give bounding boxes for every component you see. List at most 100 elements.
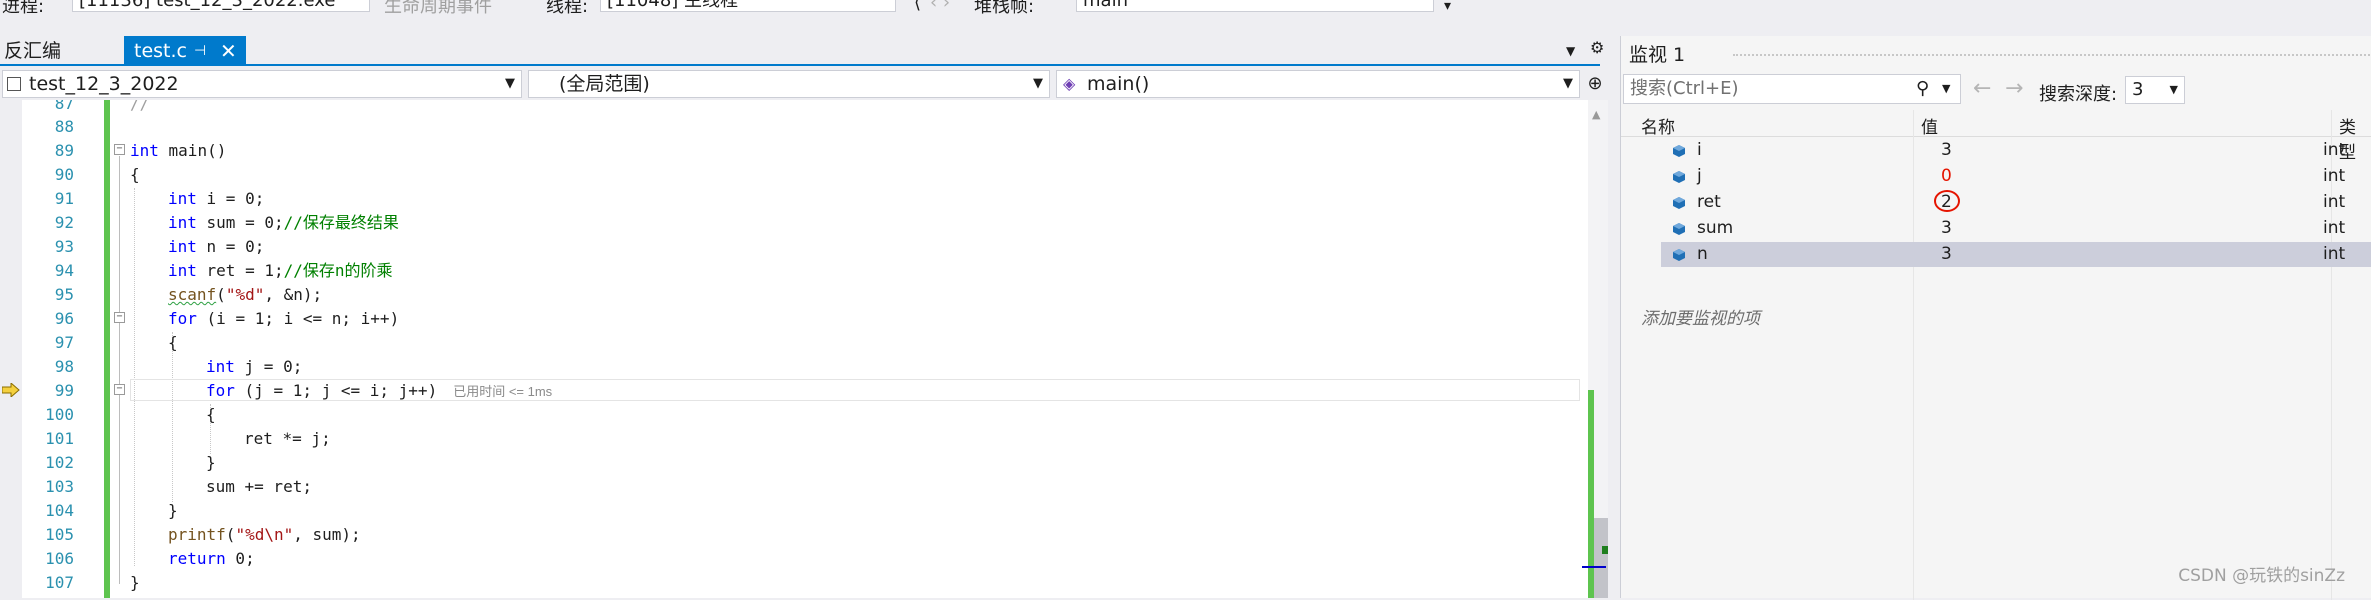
- collapse-toggle-inner-for[interactable]: −: [114, 384, 125, 395]
- code-line-106: return 0;: [168, 549, 255, 568]
- search-previous-icon[interactable]: ←: [1973, 76, 1991, 101]
- tab-test-c[interactable]: test.c ⊣ ✕: [124, 36, 246, 66]
- fold-line: [119, 156, 120, 584]
- gear-icon[interactable]: ⚙: [1590, 38, 1604, 57]
- code-line-105: printf("%d\n", sum);: [168, 525, 361, 544]
- collapse-toggle-main[interactable]: −: [114, 144, 125, 155]
- watch-window: 监视 1 搜索(Ctrl+E) ⚲ ▼ ← → 搜索深度: 3 ▼ 名称 值 类…: [1620, 36, 2371, 600]
- line-number: 102: [45, 453, 74, 472]
- current-statement-arrow-icon: [2, 383, 20, 397]
- search-depth-combo[interactable]: 3 ▼: [2125, 76, 2185, 104]
- watch-row-n[interactable]: n 3 int: [1661, 242, 2371, 267]
- search-next-icon[interactable]: →: [2005, 76, 2023, 101]
- chevron-down-icon: ▼: [505, 76, 515, 91]
- chevron-down-icon: ▼: [1563, 76, 1573, 91]
- lifecycle-events-button[interactable]: 生命周期事件: [384, 0, 492, 18]
- search-depth-value: 3: [2132, 79, 2144, 100]
- watch-type: int: [2323, 140, 2346, 160]
- line-number: 94: [54, 261, 74, 280]
- search-icon[interactable]: ⚲: [1916, 75, 1929, 103]
- project-name: test_12_3_2022: [29, 73, 179, 95]
- watch-row-j[interactable]: j 0 int: [1661, 164, 2371, 189]
- watch-value[interactable]: 0: [1941, 164, 1952, 189]
- code-line-97: {: [168, 333, 178, 352]
- code-line-104: }: [168, 501, 178, 520]
- project-combo[interactable]: test_12_3_2022 ▼: [2, 70, 522, 98]
- elapsed-time-hint: 已用时间 <= 1ms: [453, 384, 553, 399]
- code-line-92: int sum = 0;//保存最终结果: [168, 213, 399, 232]
- chevron-down-icon: ▼: [1033, 76, 1043, 91]
- code-line-99: for (j = 1; j <= i; j++) 已用时间 <= 1ms: [206, 381, 553, 400]
- scope-combo[interactable]: (全局范围) ▼: [528, 70, 1050, 98]
- code-line-94: int ret = 1;//保存n的阶乘: [168, 261, 393, 280]
- tab-disassembly[interactable]: 反汇编: [4, 36, 61, 66]
- line-number: 100: [45, 405, 74, 424]
- stack-flag-icon[interactable]: ⟨: [914, 0, 921, 13]
- close-icon[interactable]: ✕: [220, 36, 237, 66]
- line-number: 107: [45, 573, 74, 592]
- code-line-90: {: [130, 165, 140, 184]
- line-number: 99: [54, 381, 74, 400]
- pin-icon[interactable]: ⊣: [194, 36, 206, 66]
- watch-type: int: [2323, 218, 2346, 238]
- watch-type: int: [2323, 166, 2346, 186]
- document-tab-row: 反汇编 test.c ⊣ ✕: [0, 36, 1620, 66]
- watch-row-sum[interactable]: sum 3 int: [1661, 216, 2371, 241]
- editor-vertical-scrollbar[interactable]: ▲: [1582, 100, 1608, 598]
- line-number: 96: [54, 309, 74, 328]
- column-header-value[interactable]: 值: [1921, 113, 1938, 138]
- code-line-98: int j = 0;: [206, 357, 303, 376]
- code-editor[interactable]: 87 88 89 90 91 92 93 94 95 96 97 98 99 1…: [0, 100, 1588, 598]
- code-line-103: sum += ret;: [206, 477, 312, 496]
- process-label: 进程:: [2, 0, 45, 17]
- chevron-down-icon: ▼: [2169, 83, 2178, 96]
- variable-icon: [1673, 223, 1685, 235]
- variable-icon: [1673, 249, 1685, 261]
- line-number: 103: [45, 477, 74, 496]
- watch-row-i[interactable]: i 3 int: [1661, 138, 2371, 163]
- scrollbar-caret-marker: [1602, 546, 1608, 554]
- code-line-100: {: [206, 405, 216, 424]
- function-name: main(): [1087, 73, 1150, 95]
- stack-nav-icon[interactable]: ‹ ›: [930, 0, 950, 13]
- scroll-up-icon[interactable]: ▲: [1592, 108, 1600, 121]
- search-placeholder: 搜索(Ctrl+E): [1630, 78, 1739, 99]
- annotation-circle: [1934, 190, 1960, 212]
- watch-value[interactable]: 3: [1941, 216, 1952, 241]
- code-line-96: for (i = 1; i <= n; i++): [168, 309, 400, 328]
- variable-icon: [1673, 171, 1685, 183]
- line-number: 104: [45, 501, 74, 520]
- process-combo[interactable]: [11136] test_12_3_2022.exe: [72, 0, 370, 12]
- breakpoint-gutter[interactable]: [0, 100, 22, 598]
- watch-name: n: [1697, 244, 1708, 264]
- column-header-name[interactable]: 名称: [1641, 113, 1675, 138]
- line-number: 101: [45, 429, 74, 448]
- watch-value[interactable]: 3: [1941, 242, 1952, 267]
- thread-combo[interactable]: [11048] 主线程: [600, 0, 896, 12]
- collapse-toggle-outer-for[interactable]: −: [114, 312, 125, 323]
- debug-location-toolbar: 进程: [11136] test_12_3_2022.exe 生命周期事件 线程…: [0, 0, 2371, 18]
- indent-guide: [134, 188, 135, 566]
- tab-dropdown-icon[interactable]: ▼: [1566, 44, 1575, 58]
- code-line-91: int i = 0;: [168, 189, 265, 208]
- line-number: 89: [54, 141, 74, 160]
- split-window-icon[interactable]: ⊕: [1584, 70, 1606, 98]
- watch-type: int: [2323, 192, 2346, 212]
- chevron-down-icon[interactable]: ▼: [1942, 75, 1950, 103]
- add-watch-item[interactable]: 添加要监视的项: [1641, 304, 1760, 329]
- function-combo[interactable]: ◈ main() ▼: [1056, 70, 1580, 98]
- project-icon: [7, 77, 21, 91]
- stack-frame-combo[interactable]: main: [1076, 0, 1434, 12]
- watch-value[interactable]: 3: [1941, 138, 1952, 163]
- scope-name: (全局范围): [559, 73, 650, 95]
- line-number: 90: [54, 165, 74, 184]
- watch-search-input[interactable]: 搜索(Ctrl+E) ⚲ ▼: [1623, 74, 1961, 104]
- code-line-107: }: [130, 573, 140, 592]
- watch-row-ret[interactable]: ret 2 int: [1661, 190, 2371, 215]
- watch-name: j: [1697, 166, 1702, 186]
- stack-frame-label: 堆栈帧:: [974, 0, 1035, 17]
- watch-value-cell[interactable]: 2: [1934, 190, 1960, 215]
- scrollbar-thumb[interactable]: [1594, 518, 1608, 598]
- toolbar-overflow-icon[interactable]: ▾: [1444, 0, 1451, 14]
- title-grip: [1733, 54, 2371, 56]
